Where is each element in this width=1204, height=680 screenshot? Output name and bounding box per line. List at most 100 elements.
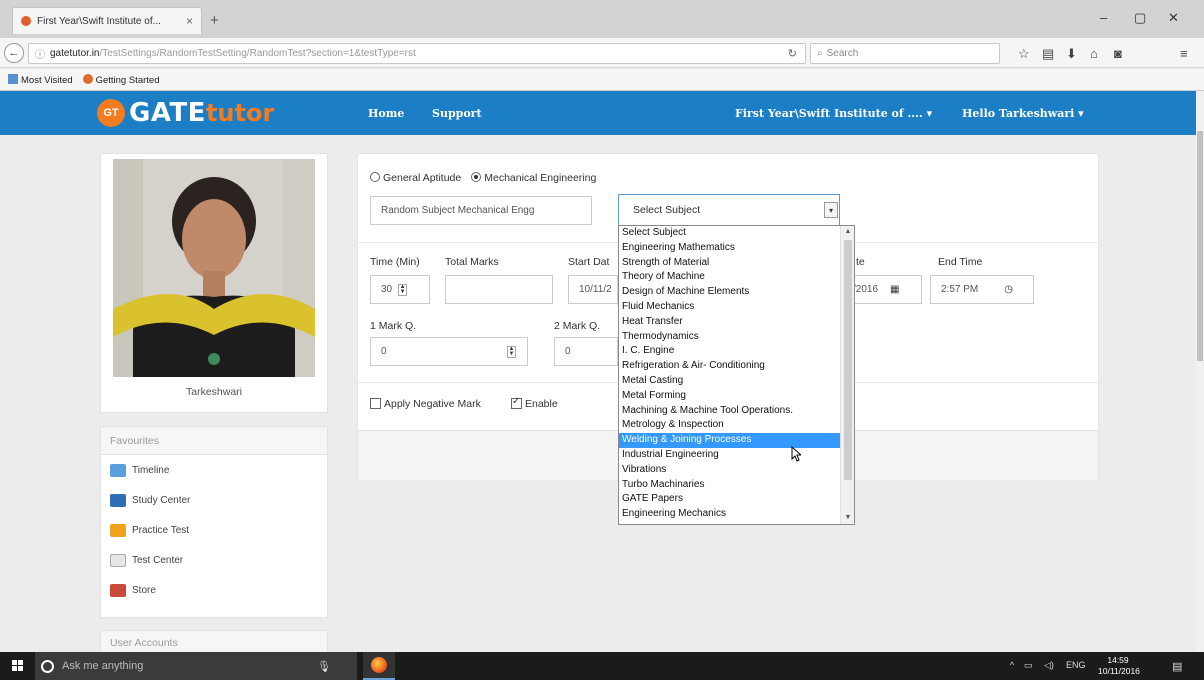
network-icon[interactable]: ▭ [1024,660,1033,671]
subject-dropdown-list[interactable]: Select Subject Engineering Mathematics Str… [618,225,855,525]
subject-option[interactable]: Industrial Engineering [619,448,840,463]
dropdown-scrollbar[interactable]: ▲ ▼ [840,226,854,524]
enable-checkbox[interactable]: Enable [511,396,558,410]
page-scrollbar[interactable] [1196,91,1204,652]
bookmark-star-icon[interactable]: ☆ [1018,46,1030,62]
language-indicator[interactable]: ENG [1066,660,1086,670]
minimize-icon[interactable]: – [1100,10,1107,25]
study-center-icon [110,493,126,507]
subject-option[interactable]: Metal Casting [619,374,840,389]
start-date-input[interactable]: 10/11/2 [568,275,618,304]
subject-option[interactable]: Heat Transfer [619,315,840,330]
subject-option[interactable]: GATE Papers [619,492,840,507]
browser-toolbar: ← ⓘ gatetutor.in/TestSettings/RandomTest… [0,38,1204,68]
windows-start-icon[interactable] [12,660,24,672]
radio-general-aptitude[interactable]: General Aptitude [370,172,461,184]
new-tab-button[interactable]: + [210,12,219,29]
user-menu-dropdown[interactable]: Hello Tarkeshwari ▾ [962,107,1084,120]
fav-item-store[interactable]: Store [101,575,327,605]
subject-option[interactable]: Refrigeration & Air- Conditioning [619,359,840,374]
radio-button-selected[interactable] [471,172,482,182]
maximize-icon[interactable]: ▢ [1134,10,1146,26]
radio-mechanical-engineering[interactable]: Mechanical Engineering [471,172,596,184]
subject-option[interactable]: Select Subject [619,226,840,241]
cortana-search-box[interactable]: Ask me anything 🎙 [35,652,357,680]
spinner-icon[interactable]: ▲ ▼ [507,345,516,358]
one-mark-label: 1 Mark Q. [370,320,417,332]
notifications-icon[interactable]: ▤ [1172,660,1182,673]
subject-option[interactable]: Thermodynamics [619,330,840,345]
tab-close-icon[interactable]: × [186,14,193,28]
fav-item-timeline[interactable]: Timeline [101,455,327,485]
two-mark-input[interactable]: 0 [554,337,618,366]
site-header: GT GATE tutor Home Support First Year\Sw… [0,91,1196,135]
scroll-down-icon[interactable]: ▼ [841,512,854,524]
subject-select[interactable]: Select Subject ▾ [618,194,840,226]
calendar-icon[interactable]: ▦ [890,284,899,295]
scroll-up-icon[interactable]: ▲ [841,226,854,238]
site-favicon-icon [21,16,31,26]
spinner-icon[interactable]: ▲ ▼ [398,283,408,296]
nav-support-link[interactable]: Support [432,107,482,120]
negative-mark-checkbox[interactable]: Apply Negative Mark [370,398,481,410]
cortana-placeholder: Ask me anything [62,660,144,672]
subject-option[interactable]: Engineering Mechanics [619,507,840,522]
subject-option[interactable]: Engineering Mathematics [619,241,840,256]
volume-icon[interactable]: ◁) [1044,660,1054,671]
home-icon[interactable]: ⌂ [1090,46,1098,61]
bookmark-most-visited[interactable]: Most Visited [8,73,73,86]
end-time-label: End Time [938,256,983,268]
favourites-heading: Favourites [101,427,327,455]
subject-option[interactable]: Welding & Joining Processes [619,433,840,448]
firefox-taskbar-icon[interactable] [363,652,395,680]
chevron-down-icon[interactable]: ▾ [824,202,838,218]
info-icon[interactable]: ⓘ [35,46,45,61]
url-host: gatetutor.in [50,48,100,59]
practice-test-icon [110,523,126,537]
dropdown-scroll-thumb[interactable] [844,240,852,480]
menu-icon[interactable]: ≡ [1180,46,1188,61]
pocket-icon[interactable]: ◙ [1114,46,1122,61]
browser-search-placeholder: Search [826,48,859,59]
radio-button[interactable] [370,172,380,182]
total-marks-input[interactable] [445,275,553,304]
fav-item-test-center[interactable]: Test Center [101,545,327,575]
close-window-icon[interactable]: ✕ [1168,10,1179,26]
browser-tab[interactable]: First Year\Swift Institute of... × [12,7,202,34]
time-input[interactable]: 30 ▲ ▼ [370,275,430,304]
back-arrow-icon[interactable]: ← [4,43,24,63]
start-date-label: Start Dat [568,256,610,268]
download-icon[interactable]: ⬇ [1066,46,1077,62]
tray-chevron-icon[interactable]: ^ [1010,660,1014,670]
end-time-input[interactable]: 2:57 PM ◷ [930,275,1034,304]
logo-tutor-text: tutor [205,99,275,127]
test-name-input[interactable]: Random Subject Mechanical Engg [370,196,592,225]
subject-option[interactable]: Fluid Mechanics [619,300,840,315]
subject-option[interactable]: Design of Machine Elements [619,285,840,300]
nav-home-link[interactable]: Home [368,107,404,120]
bookmark-getting-started[interactable]: Getting Started [82,73,159,86]
subject-option[interactable]: I. C. Engine [619,344,840,359]
checkbox-checked[interactable] [511,396,522,409]
fav-item-practice-test[interactable]: Practice Test [101,515,327,545]
gatetutor-logo[interactable]: GT GATE tutor [97,95,274,131]
checkbox[interactable] [370,398,381,409]
subject-option[interactable]: Vibrations [619,463,840,478]
reading-list-icon[interactable]: ▤ [1042,46,1054,62]
institute-dropdown[interactable]: First Year\Swift Institute of .... ▾ [735,107,932,120]
address-bar[interactable]: ⓘ gatetutor.in/TestSettings/RandomTestSe… [28,43,806,64]
subject-option[interactable]: Theory of Machine [619,270,840,285]
page-scrollbar-thumb[interactable] [1197,131,1203,361]
subject-option[interactable]: Metal Forming [619,389,840,404]
one-mark-input[interactable]: 0 ▲ ▼ [370,337,528,366]
clock-icon[interactable]: ◷ [1004,284,1013,295]
subject-option[interactable]: Machining & Machine Tool Operations. [619,404,840,419]
subject-option[interactable]: Metrology & Inspection [619,418,840,433]
subject-option[interactable]: Turbo Machinaries [619,478,840,493]
browser-search-input[interactable]: ⌕ Search [810,43,1000,64]
reload-icon[interactable]: ↻ [788,47,797,60]
microphone-icon[interactable]: 🎙 [317,660,331,673]
subject-option[interactable]: Strength of Material [619,256,840,271]
fav-item-study-center[interactable]: Study Center [101,485,327,515]
system-clock[interactable]: 14:59 10/11/2016 [1098,655,1140,677]
